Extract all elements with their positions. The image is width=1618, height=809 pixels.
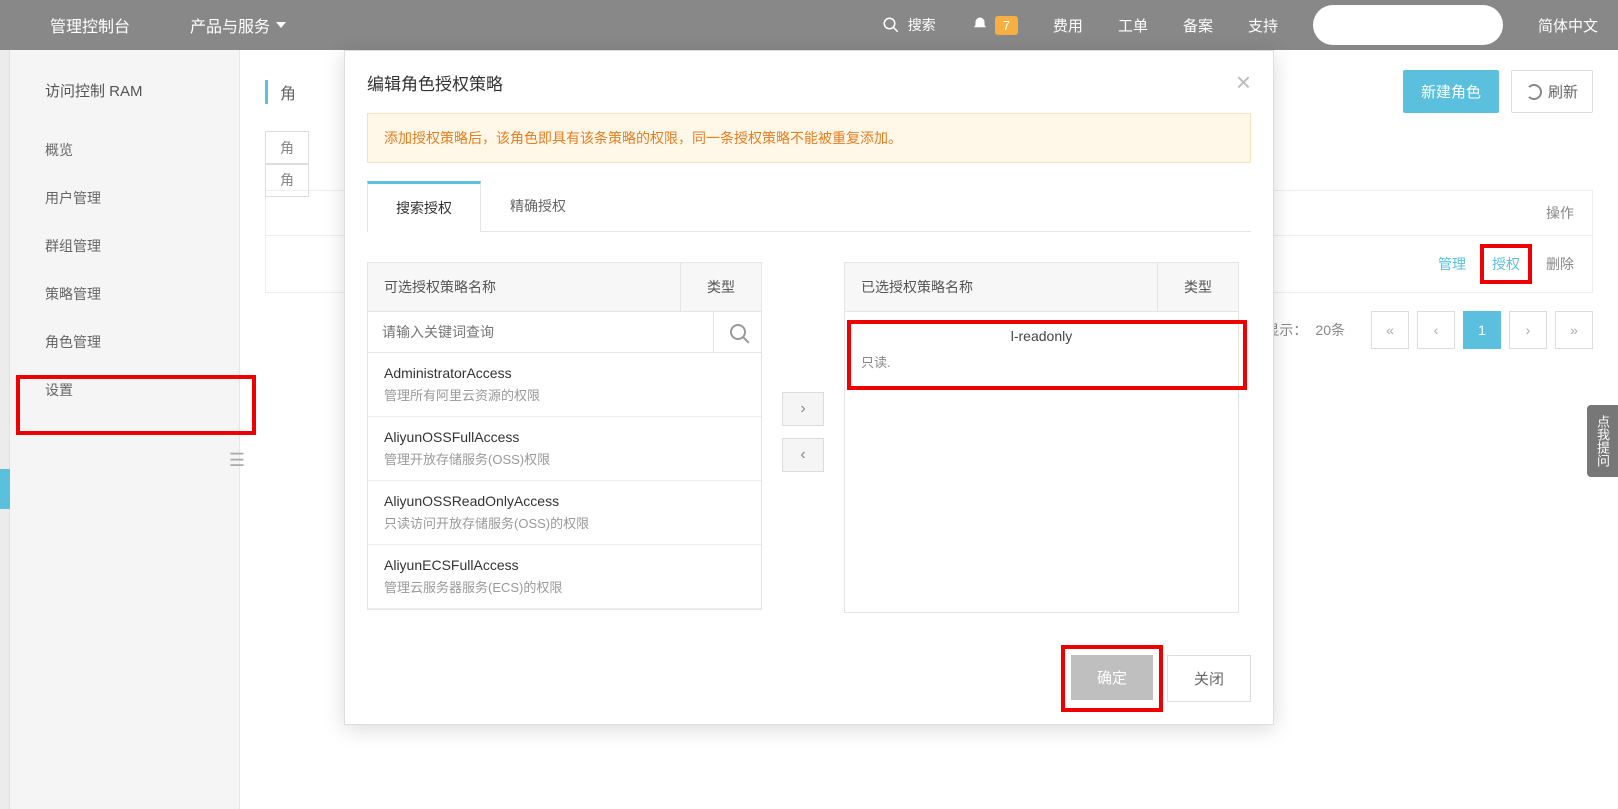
policy-search-input[interactable]	[368, 312, 713, 352]
tab-search-auth[interactable]: 搜索授权	[367, 181, 481, 232]
global-search[interactable]: 搜索	[882, 15, 936, 35]
policy-desc: 管理云服务器服务(ECS)的权限	[384, 577, 745, 596]
notifications[interactable]: 7	[971, 16, 1018, 35]
move-right-button[interactable]: ›	[782, 392, 824, 426]
nav-support[interactable]: 支持	[1248, 15, 1278, 36]
search-icon	[882, 16, 900, 34]
policy-name: AliyunOSSReadOnlyAccess	[384, 493, 745, 509]
selected-policy-item[interactable]: l-readonly 只读.	[861, 328, 1222, 371]
policy-name: AliyunOSSFullAccess	[384, 429, 745, 445]
console-title: 管理控制台	[50, 13, 130, 37]
products-label: 产品与服务	[190, 13, 270, 37]
nav-beian[interactable]: 备案	[1183, 15, 1213, 36]
transfer-controls: › ‹	[782, 392, 824, 472]
search-icon	[730, 324, 746, 340]
edit-policy-modal: 编辑角色授权策略 × 添加授权策略后，该角色即具有该条策略的权限，同一条授权策略…	[344, 50, 1274, 725]
chevron-down-icon	[276, 22, 286, 28]
policy-item[interactable]: AliyunOSSFullAccess 管理开放存储服务(OSS)权限	[368, 417, 761, 481]
col-selected-type: 类型	[1158, 263, 1238, 311]
policy-search-button[interactable]	[713, 312, 761, 352]
account-area[interactable]	[1313, 5, 1503, 45]
selected-policy-name: l-readonly	[861, 328, 1222, 344]
policy-transfer: 可选授权策略名称 类型 AdministratorAccess 管理所有阿里云资…	[367, 262, 1251, 613]
policy-item[interactable]: AliyunECSFullAccess 管理云服务器服务(ECS)的权限	[368, 545, 761, 609]
confirm-button[interactable]: 确定	[1071, 655, 1153, 700]
modal-backdrop: 编辑角色授权策略 × 添加授权策略后，该角色即具有该条策略的权限，同一条授权策略…	[0, 50, 1618, 809]
bell-icon	[971, 16, 989, 34]
notification-badge: 7	[995, 16, 1018, 35]
auth-tabs: 搜索授权 精确授权	[367, 181, 1251, 232]
products-menu[interactable]: 产品与服务	[190, 13, 286, 37]
lang-switch[interactable]: 简体中文	[1538, 15, 1598, 36]
policy-name: AliyunECSFullAccess	[384, 557, 745, 573]
top-nav: 管理控制台 产品与服务 搜索 7 费用 工单 备案 支持 简体中文	[0, 0, 1618, 50]
policy-item[interactable]: AliyunOSSReadOnlyAccess 只读访问开放存储服务(OSS)的…	[368, 481, 761, 545]
policy-desc: 管理所有阿里云资源的权限	[384, 385, 745, 404]
policy-desc: 管理开放存储服务(OSS)权限	[384, 449, 745, 468]
move-left-button[interactable]: ‹	[782, 438, 824, 472]
close-button[interactable]: 关闭	[1167, 655, 1251, 702]
col-available-name: 可选授权策略名称	[368, 263, 681, 311]
nav-ticket[interactable]: 工单	[1118, 15, 1148, 36]
col-available-type: 类型	[681, 263, 761, 311]
search-label: 搜索	[908, 15, 936, 35]
policy-item[interactable]: AdministratorAccess 管理所有阿里云资源的权限	[368, 353, 761, 417]
annotation-box: 确定	[1061, 645, 1163, 712]
nav-fee[interactable]: 费用	[1053, 15, 1083, 36]
selected-policies-panel: 已选授权策略名称 类型 l-readonly 只读.	[844, 262, 1239, 613]
available-policies-panel: 可选授权策略名称 类型 AdministratorAccess 管理所有阿里云资…	[367, 262, 762, 610]
policy-name: AdministratorAccess	[384, 365, 745, 381]
modal-title: 编辑角色授权策略	[367, 70, 503, 95]
info-alert: 添加授权策略后，该角色即具有该条策略的权限，同一条授权策略不能被重复添加。	[367, 113, 1251, 163]
close-icon[interactable]: ×	[1236, 69, 1251, 95]
col-selected-name: 已选授权策略名称	[845, 263, 1158, 311]
selected-policy-desc: 只读.	[861, 352, 1222, 371]
tab-exact-auth[interactable]: 精确授权	[481, 181, 595, 231]
policy-desc: 只读访问开放存储服务(OSS)的权限	[384, 513, 745, 532]
